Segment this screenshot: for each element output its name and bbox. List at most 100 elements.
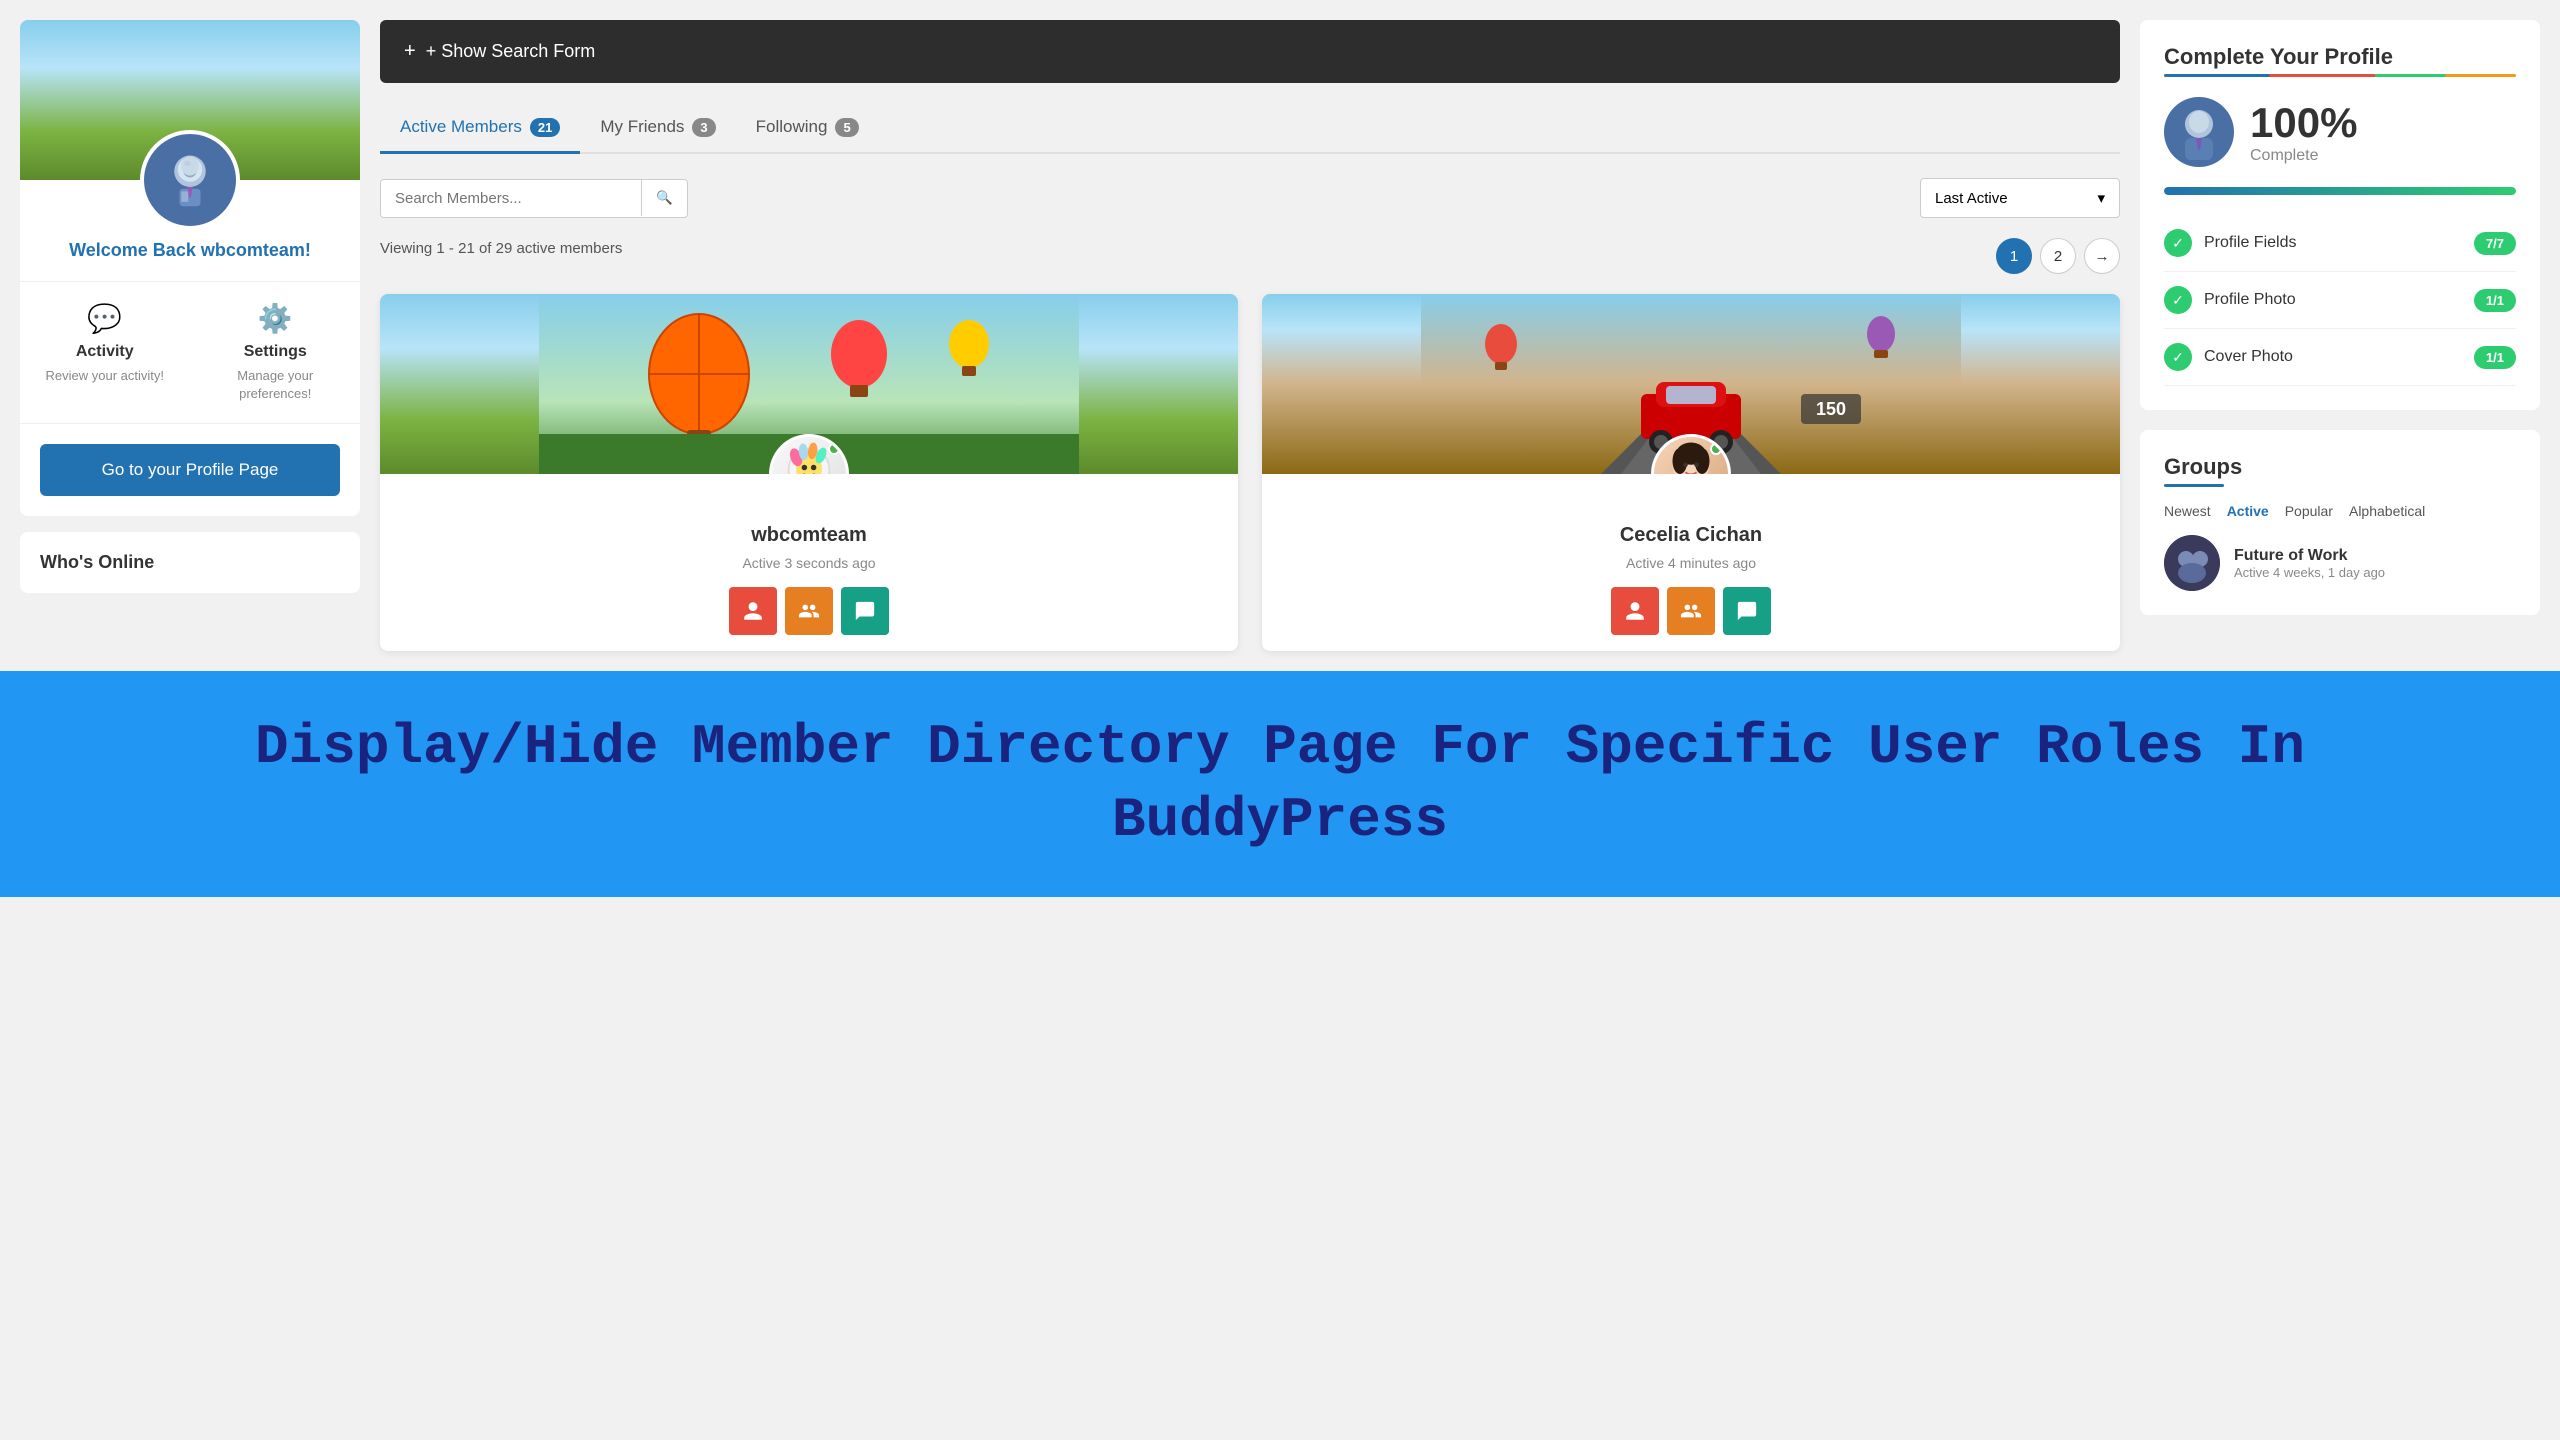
banner-line-2: BuddyPress bbox=[1112, 788, 1448, 852]
main-content: + + Show Search Form Active Members 21 M… bbox=[380, 20, 2120, 651]
progress-bar-wrap bbox=[2164, 187, 2516, 195]
checklist-badge-1: 7/7 bbox=[2474, 232, 2516, 255]
completion-avatar bbox=[2164, 97, 2234, 167]
checklist-label-1: Profile Fields bbox=[2204, 234, 2296, 252]
viewing-text: Viewing 1 - 21 of 29 active members bbox=[380, 240, 622, 257]
member-card-1: wbcomteam Active 3 seconds ago bbox=[380, 294, 1238, 651]
profile-checklist: ✓ Profile Fields 7/7 ✓ Profile Photo 1/1… bbox=[2164, 215, 2516, 386]
whos-online-title: Who's Online bbox=[40, 552, 340, 573]
search-input[interactable] bbox=[381, 180, 641, 217]
completion-text: 100% Complete bbox=[2250, 99, 2357, 165]
member-card-body-1: wbcomteam Active 3 seconds ago bbox=[380, 474, 1238, 651]
checklist-left-2: ✓ Profile Photo bbox=[2164, 286, 2296, 314]
settings-action[interactable]: ⚙️ Settings Manage your preferences! bbox=[191, 282, 361, 423]
bottom-banner-text: Display/Hide Member Directory Page For S… bbox=[20, 711, 2540, 857]
my-friends-label: My Friends bbox=[600, 117, 684, 137]
welcome-text: Welcome Back wbcomteam! bbox=[40, 240, 340, 261]
pagination: 1 2 → bbox=[1996, 238, 2120, 274]
tab-following[interactable]: Following 5 bbox=[736, 103, 879, 154]
tab-my-friends[interactable]: My Friends 3 bbox=[580, 103, 735, 154]
member-friends-button-2[interactable] bbox=[1667, 587, 1715, 635]
sort-dropdown[interactable]: Last Active ▾ bbox=[1920, 178, 2120, 218]
groups-tab-active[interactable]: Active bbox=[2227, 503, 2269, 519]
complete-profile-card: Complete Your Profile 100% Complete bbox=[2140, 20, 2540, 410]
groups-title: Groups bbox=[2164, 454, 2516, 480]
username-label: wbcomteam! bbox=[201, 240, 311, 260]
right-sidebar: Complete Your Profile 100% Complete bbox=[2140, 20, 2540, 651]
active-members-label: Active Members bbox=[400, 117, 522, 137]
groups-tab-alphabetical[interactable]: Alphabetical bbox=[2349, 503, 2425, 519]
checklist-cover-photo: ✓ Cover Photo 1/1 bbox=[2164, 329, 2516, 386]
plus-icon: + bbox=[404, 40, 416, 63]
checklist-left-3: ✓ Cover Photo bbox=[2164, 343, 2293, 371]
members-grid: wbcomteam Active 3 seconds ago bbox=[380, 294, 2120, 651]
completion-percent: 100% bbox=[2250, 99, 2357, 147]
progress-bar-fill bbox=[2164, 187, 2516, 195]
search-button[interactable]: 🔍 bbox=[641, 180, 687, 216]
settings-title: Settings bbox=[201, 343, 351, 361]
check-icon-3: ✓ bbox=[2164, 343, 2192, 371]
activity-title: Activity bbox=[30, 343, 180, 361]
member-card-body-2: Cecelia Cichan Active 4 minutes ago bbox=[1262, 474, 2120, 651]
member-view-button-1[interactable] bbox=[729, 587, 777, 635]
checklist-profile-photo: ✓ Profile Photo 1/1 bbox=[2164, 272, 2516, 329]
groups-tab-popular[interactable]: Popular bbox=[2285, 503, 2333, 519]
groups-tabs: Newest Active Popular Alphabetical bbox=[2164, 503, 2516, 519]
member-avatar-1 bbox=[769, 434, 849, 474]
active-members-badge: 21 bbox=[530, 118, 560, 137]
members-tabs: Active Members 21 My Friends 3 Following… bbox=[380, 103, 2120, 154]
search-input-wrap: 🔍 bbox=[380, 179, 688, 218]
member-cover-1 bbox=[380, 294, 1238, 474]
following-label: Following bbox=[756, 117, 828, 137]
check-icon-2: ✓ bbox=[2164, 286, 2192, 314]
member-message-button-2[interactable] bbox=[1723, 587, 1771, 635]
checklist-left-1: ✓ Profile Fields bbox=[2164, 229, 2296, 257]
member-friends-button-1[interactable] bbox=[785, 587, 833, 635]
settings-icon: ⚙️ bbox=[201, 302, 351, 335]
left-sidebar: Welcome Back wbcomteam! 💬 Activity Revie… bbox=[20, 20, 360, 651]
member-name-2: Cecelia Cichan bbox=[1278, 524, 2104, 547]
tab-active-members[interactable]: Active Members 21 bbox=[380, 103, 580, 154]
profile-card: Welcome Back wbcomteam! 💬 Activity Revie… bbox=[20, 20, 360, 516]
member-view-button-2[interactable] bbox=[1611, 587, 1659, 635]
checklist-badge-2: 1/1 bbox=[2474, 289, 2516, 312]
svg-text:150: 150 bbox=[1816, 399, 1846, 419]
group-info-1: Future of Work Active 4 weeks, 1 day ago bbox=[2234, 547, 2385, 580]
pagination-page-1[interactable]: 1 bbox=[1996, 238, 2032, 274]
member-active-1: Active 3 seconds ago bbox=[396, 555, 1222, 571]
profile-card-body: Welcome Back wbcomteam! 💬 Activity Revie… bbox=[20, 180, 360, 516]
pagination-page-2[interactable]: 2 bbox=[2040, 238, 2076, 274]
member-name-1: wbcomteam bbox=[396, 524, 1222, 547]
member-cover-2: 150 bbox=[1262, 294, 2120, 474]
member-actions-2 bbox=[1278, 587, 2104, 635]
goto-profile-button[interactable]: Go to your Profile Page bbox=[40, 444, 340, 496]
check-icon-1: ✓ bbox=[2164, 229, 2192, 257]
profile-avatar bbox=[140, 130, 240, 230]
viewing-row: Viewing 1 - 21 of 29 active members 1 2 … bbox=[380, 238, 2120, 274]
title-underline bbox=[2164, 74, 2516, 77]
member-message-button-1[interactable] bbox=[841, 587, 889, 635]
checklist-label-3: Cover Photo bbox=[2204, 348, 2293, 366]
group-name-1: Future of Work bbox=[2234, 547, 2385, 565]
search-form-bar[interactable]: + + Show Search Form bbox=[380, 20, 2120, 83]
member-active-2: Active 4 minutes ago bbox=[1278, 555, 2104, 571]
checklist-profile-fields: ✓ Profile Fields 7/7 bbox=[2164, 215, 2516, 272]
group-active-1: Active 4 weeks, 1 day ago bbox=[2234, 565, 2385, 580]
activity-action[interactable]: 💬 Activity Review your activity! bbox=[20, 282, 190, 423]
filter-bar: 🔍 Last Active ▾ bbox=[380, 178, 2120, 218]
profile-cover bbox=[20, 20, 360, 180]
groups-tab-newest[interactable]: Newest bbox=[2164, 503, 2211, 519]
groups-underline bbox=[2164, 484, 2224, 487]
activity-icon: 💬 bbox=[30, 302, 180, 335]
completion-label: Complete bbox=[2250, 147, 2357, 165]
sort-label: Last Active bbox=[1935, 190, 2008, 207]
profile-actions: 💬 Activity Review your activity! ⚙️ Sett… bbox=[20, 281, 360, 424]
my-friends-badge: 3 bbox=[692, 118, 715, 137]
checklist-label-2: Profile Photo bbox=[2204, 291, 2296, 309]
profile-completion-header: 100% Complete bbox=[2164, 97, 2516, 167]
complete-profile-title: Complete Your Profile bbox=[2164, 44, 2516, 70]
activity-desc: Review your activity! bbox=[30, 367, 180, 385]
pagination-next[interactable]: → bbox=[2084, 238, 2120, 274]
group-avatar-img-1 bbox=[2164, 535, 2220, 591]
member-avatar-wrap-2 bbox=[1651, 434, 1731, 474]
